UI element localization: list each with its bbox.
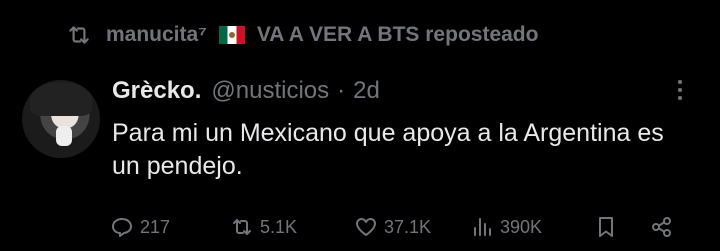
views-button[interactable]: 390K xyxy=(470,215,542,239)
repost-count: 5.1K xyxy=(260,216,298,237)
like-button[interactable]: 37.1K xyxy=(354,215,431,239)
timestamp[interactable]: 2d xyxy=(353,77,380,105)
like-count: 37.1K xyxy=(384,216,432,237)
author-name[interactable]: Grècko. xyxy=(112,77,201,105)
bookmark-icon xyxy=(599,217,613,237)
repost-button[interactable]: 5.1K xyxy=(230,215,297,239)
author-handle[interactable]: @nusticios xyxy=(211,77,329,105)
share-icon xyxy=(652,217,671,237)
reply-icon xyxy=(112,218,132,237)
bookmark-button[interactable] xyxy=(594,215,618,239)
reply-count: 217 xyxy=(140,216,171,237)
avatar[interactable] xyxy=(22,80,100,158)
reply-button[interactable]: 217 xyxy=(110,215,170,239)
action-bar: 217 5.1K 37.1K 390K xyxy=(110,215,700,241)
tweet-text: Para mi un Mexicano que apoya a la Argen… xyxy=(112,119,664,180)
analytics-icon xyxy=(474,218,491,236)
heart-icon xyxy=(356,218,376,236)
repost-icon xyxy=(69,26,89,44)
more-options-icon[interactable] xyxy=(678,80,682,100)
reposter-name[interactable]: manucita⁷ xyxy=(106,23,207,47)
repost-label: VA A VER A BTS reposteado xyxy=(256,23,539,46)
repost-indicator[interactable]: manucita⁷ VA A VER A BTS reposteado xyxy=(66,22,538,48)
view-count: 390K xyxy=(500,216,543,237)
share-button[interactable] xyxy=(650,215,674,239)
tweet-header: Grècko. @nusticios · 2d xyxy=(112,77,380,105)
mexico-flag-icon xyxy=(218,26,245,44)
separator: · xyxy=(337,77,346,104)
repost-icon xyxy=(233,219,251,235)
